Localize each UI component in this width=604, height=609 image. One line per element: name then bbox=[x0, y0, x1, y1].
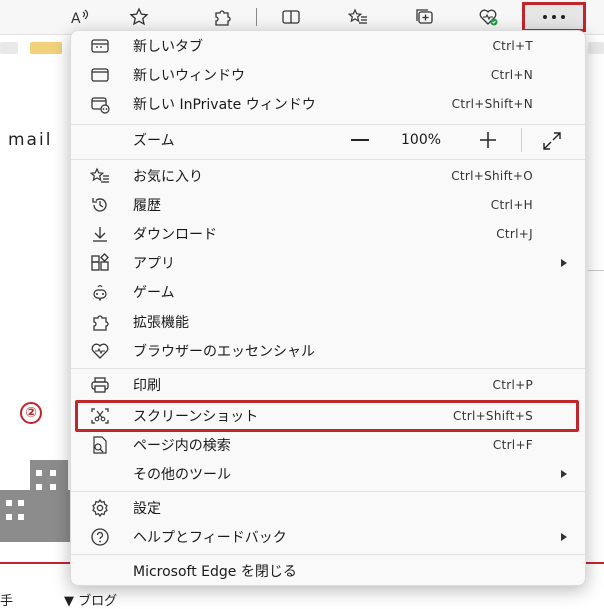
help-icon bbox=[89, 526, 111, 548]
city-illustration bbox=[0, 460, 70, 542]
menu-item-favorites[interactable]: お気に入り Ctrl+Shift+O bbox=[71, 162, 585, 190]
menu-item-label: 印刷 bbox=[133, 378, 161, 394]
menu-item-label: ダウンロード bbox=[133, 227, 217, 243]
menu-item-label: ブラウザーのエッセンシャル bbox=[133, 344, 315, 360]
shortcut-text: Ctrl+Shift+N bbox=[451, 97, 533, 111]
extensions-icon[interactable] bbox=[208, 4, 236, 30]
menu-item-label: ヘルプとフィードバック bbox=[133, 530, 287, 546]
shortcut-text: Ctrl+J bbox=[496, 227, 533, 241]
menu-item-label: ページ内の検索 bbox=[133, 438, 231, 454]
menu-item-label: ズーム bbox=[133, 133, 175, 149]
page-text-mail: mail bbox=[8, 130, 53, 150]
toolbar-separator bbox=[256, 8, 257, 26]
menu-item-extensions[interactable]: 拡張機能 bbox=[71, 308, 585, 336]
shortcut-text: Ctrl+T bbox=[492, 39, 533, 53]
zoom-level: 100% bbox=[401, 132, 442, 148]
menu-item-label: 設定 bbox=[133, 501, 161, 517]
menu-item-label: 拡張機能 bbox=[133, 315, 189, 331]
menu-item-label: Microsoft Edge を閉じる bbox=[133, 564, 297, 580]
annotation-step-2: ② bbox=[20, 402, 42, 424]
gear-icon bbox=[89, 497, 111, 519]
menu-divider bbox=[71, 491, 585, 492]
menu-item-close-edge[interactable]: Microsoft Edge を閉じる bbox=[71, 557, 585, 585]
shortcut-text: Ctrl+Shift+O bbox=[451, 169, 533, 183]
new-window-icon bbox=[89, 64, 111, 86]
download-icon bbox=[89, 223, 111, 245]
submenu-arrow-icon bbox=[561, 533, 567, 541]
menu-item-label: 新しいタブ bbox=[133, 39, 203, 55]
menu-item-label: 新しいウィンドウ bbox=[133, 68, 245, 84]
menu-item-zoom: ズーム 100% bbox=[71, 126, 585, 154]
menu-item-label: 履歴 bbox=[133, 198, 161, 214]
collections-icon[interactable] bbox=[410, 4, 438, 30]
menu-item-print[interactable]: 印刷 Ctrl+P bbox=[71, 371, 585, 399]
menu-item-downloads[interactable]: ダウンロード Ctrl+J bbox=[71, 220, 585, 248]
zoom-in-button[interactable] bbox=[479, 131, 497, 149]
apps-icon bbox=[89, 252, 111, 274]
menu-item-label: お気に入り bbox=[133, 169, 203, 185]
browser-essentials-icon[interactable] bbox=[474, 4, 502, 30]
bookmark-item[interactable] bbox=[0, 42, 18, 54]
submenu-arrow-icon bbox=[561, 470, 567, 478]
new-tab-icon bbox=[89, 35, 111, 57]
inprivate-icon bbox=[89, 93, 111, 115]
menu-item-settings[interactable]: 設定 bbox=[71, 494, 585, 522]
menu-item-new-window[interactable]: 新しいウィンドウ Ctrl+N bbox=[71, 61, 585, 89]
favorite-star-icon[interactable] bbox=[125, 4, 153, 30]
menu-divider bbox=[71, 124, 585, 125]
print-icon bbox=[89, 374, 111, 396]
settings-and-more-button[interactable] bbox=[522, 2, 586, 32]
extensions-icon bbox=[89, 311, 111, 333]
favorites-icon bbox=[89, 165, 111, 187]
svg-text:A: A bbox=[71, 11, 81, 27]
more-dots-icon bbox=[543, 15, 565, 19]
bookmark-item[interactable] bbox=[30, 42, 62, 54]
menu-divider bbox=[71, 554, 585, 555]
menu-item-find-on-page[interactable]: ページ内の検索 Ctrl+F bbox=[71, 431, 585, 459]
zoom-out-button[interactable] bbox=[351, 139, 369, 141]
menu-item-label: ゲーム bbox=[133, 285, 175, 301]
read-aloud-icon[interactable]: A bbox=[66, 4, 94, 30]
games-icon bbox=[89, 281, 111, 303]
menu-item-more-tools[interactable]: その他のツール bbox=[71, 460, 585, 488]
menu-item-games[interactable]: ゲーム bbox=[71, 278, 585, 306]
menu-item-label: その他のツール bbox=[133, 467, 231, 483]
menu-item-apps[interactable]: アプリ bbox=[71, 249, 585, 277]
menu-item-browser-essentials[interactable]: ブラウザーのエッセンシャル bbox=[71, 337, 585, 365]
menu-divider bbox=[71, 159, 585, 160]
menu-divider bbox=[71, 368, 585, 369]
favorites-list-icon[interactable] bbox=[344, 4, 372, 30]
screenshot-highlight-box bbox=[75, 400, 579, 432]
page-blog-link[interactable]: ▼ ブログ bbox=[64, 590, 117, 609]
browser-essentials-icon bbox=[89, 340, 111, 362]
menu-item-help-feedback[interactable]: ヘルプとフィードバック bbox=[71, 523, 585, 551]
shortcut-text: Ctrl+N bbox=[490, 68, 533, 82]
menu-item-new-inprivate[interactable]: 新しい InPrivate ウィンドウ Ctrl+Shift+N bbox=[71, 90, 585, 118]
history-icon bbox=[89, 194, 111, 216]
shortcut-text: Ctrl+P bbox=[492, 378, 533, 392]
zoom-separator bbox=[521, 128, 522, 152]
find-on-page-icon bbox=[89, 434, 111, 456]
menu-item-label: アプリ bbox=[133, 256, 175, 272]
fullscreen-icon[interactable] bbox=[541, 130, 563, 152]
menu-item-label: 新しい InPrivate ウィンドウ bbox=[133, 97, 316, 113]
submenu-arrow-icon bbox=[561, 259, 567, 267]
shortcut-text: Ctrl+F bbox=[492, 438, 533, 452]
settings-and-more-menu: 新しいタブ Ctrl+T 新しいウィンドウ Ctrl+N 新しい InPriva… bbox=[70, 30, 586, 586]
bookmark-item[interactable] bbox=[588, 42, 604, 54]
split-screen-icon[interactable] bbox=[277, 4, 305, 30]
shortcut-text: Ctrl+H bbox=[490, 198, 533, 212]
page-bottom-text: 手 bbox=[0, 594, 14, 609]
menu-item-history[interactable]: 履歴 Ctrl+H bbox=[71, 191, 585, 219]
page-divider bbox=[588, 270, 604, 271]
menu-item-new-tab[interactable]: 新しいタブ Ctrl+T bbox=[71, 32, 585, 60]
